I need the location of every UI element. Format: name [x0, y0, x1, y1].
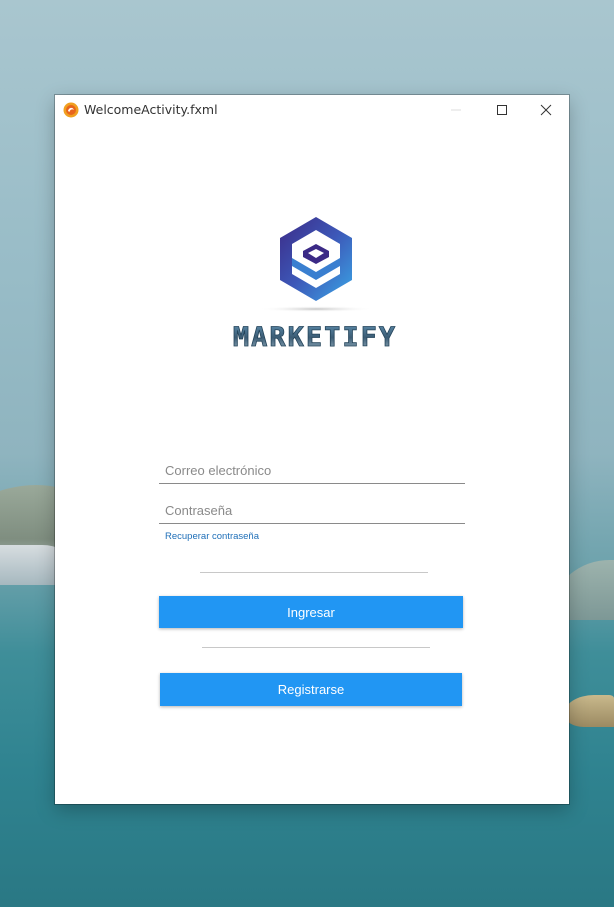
- window-title: WelcomeActivity.fxml: [84, 102, 218, 117]
- recover-password-link[interactable]: Recuperar contraseña: [165, 531, 259, 542]
- divider: [200, 572, 428, 573]
- close-icon: [540, 104, 552, 116]
- app-icon: [63, 102, 79, 118]
- brand-wordmark: MARKETIFY: [233, 322, 397, 353]
- register-button[interactable]: Registrarse: [160, 673, 462, 706]
- minimize-button[interactable]: [433, 95, 479, 125]
- divider: [202, 647, 430, 648]
- maximize-button[interactable]: [479, 95, 525, 125]
- email-input[interactable]: [159, 457, 465, 483]
- password-field[interactable]: [159, 497, 465, 524]
- marketify-logo: MARKETIFY: [232, 217, 397, 353]
- close-button[interactable]: [523, 95, 569, 125]
- email-field[interactable]: [159, 457, 465, 484]
- app-window: WelcomeActivity.fxml MARKETIFY Correo el…: [55, 95, 569, 804]
- minimize-icon: [451, 109, 461, 111]
- window-titlebar[interactable]: WelcomeActivity.fxml: [55, 95, 569, 125]
- maximize-icon: [497, 105, 507, 115]
- login-button[interactable]: Ingresar: [159, 596, 463, 628]
- desktop-background: WelcomeActivity.fxml MARKETIFY Correo el…: [0, 0, 614, 907]
- password-input[interactable]: [159, 497, 465, 523]
- background-reeds: [564, 695, 614, 727]
